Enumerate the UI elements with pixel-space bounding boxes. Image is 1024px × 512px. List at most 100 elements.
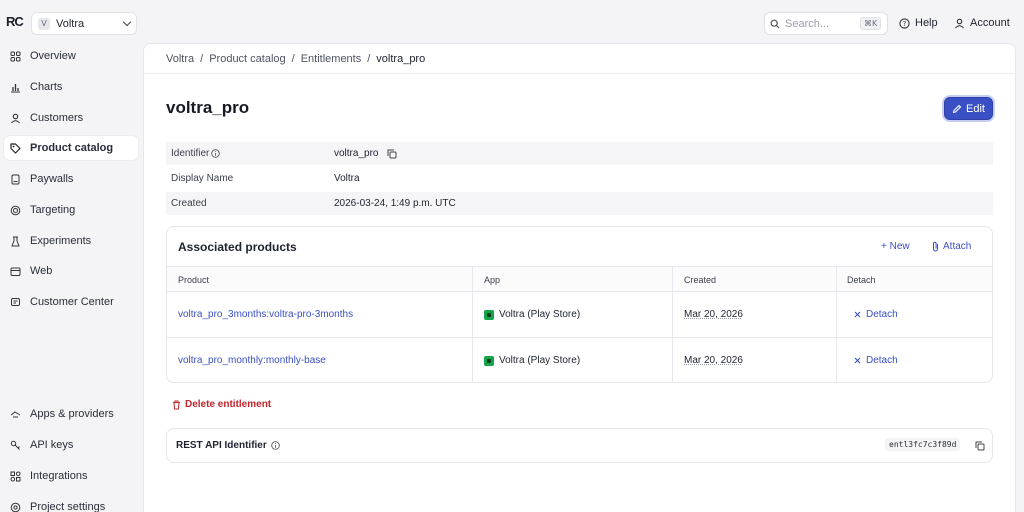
rest-api-card: REST API Identifier entl3fc7c3f89d (166, 428, 993, 463)
sidebar-item-charts[interactable]: Charts (4, 75, 138, 99)
column-divider (472, 266, 473, 382)
copy-icon[interactable] (975, 441, 985, 451)
identifier-label: Identifier (171, 148, 210, 159)
detach-button[interactable]: Detach (854, 355, 898, 366)
svg-text:?: ? (903, 20, 907, 28)
sidebar-item-overview[interactable]: Overview (4, 44, 138, 68)
sidebar-item-targeting[interactable]: Targeting (4, 198, 138, 222)
app-cell: Voltra (Play Store) (484, 355, 580, 366)
close-icon (854, 311, 861, 318)
grid-icon (9, 50, 21, 62)
table-header: Product App Created Detach (167, 266, 992, 292)
apps-icon (9, 408, 21, 420)
sidebar-item-product-catalog[interactable]: Product catalog (4, 136, 138, 160)
sidebar-item-label: Customer Center (30, 296, 114, 308)
column-divider (836, 266, 837, 382)
new-product-button[interactable]: + New (881, 241, 910, 252)
breadcrumb-item-product-catalog[interactable]: Product catalog (209, 53, 285, 65)
breadcrumb-separator: / (200, 53, 204, 65)
chart-icon (9, 81, 21, 93)
account-label: Account (970, 17, 1010, 29)
detail-row-created: Created 2026-03-24, 1:49 p.m. UTC (166, 192, 993, 215)
breadcrumb-separator: / (367, 53, 371, 65)
sidebar-item-customer-center[interactable]: Customer Center (4, 290, 138, 314)
sidebar-item-label: Integrations (30, 470, 88, 482)
sidebar-item-label: Targeting (30, 204, 76, 216)
column-divider (672, 266, 673, 382)
project-selector[interactable]: V Voltra (31, 12, 137, 35)
account-button[interactable]: Account (954, 17, 1010, 29)
divider (144, 73, 1017, 74)
sidebar-item-experiments[interactable]: Experiments (4, 229, 138, 253)
created-date: Mar 20, 2026 (684, 309, 743, 320)
support-icon (9, 296, 21, 308)
delete-entitlement-button[interactable]: Delete entitlement (172, 399, 271, 410)
created-label: Created (171, 198, 207, 209)
sidebar-item-label: API keys (30, 439, 74, 451)
product-link[interactable]: voltra_pro_monthly:monthly-base (178, 355, 326, 366)
settings-icon (9, 501, 21, 512)
sidebar-item-project-settings[interactable]: Project settings (4, 495, 138, 512)
display-name-label: Display Name (171, 173, 234, 184)
breadcrumb-item-project[interactable]: Voltra (166, 53, 194, 65)
display-name-value: Voltra (334, 173, 360, 184)
detach-label: Detach (866, 309, 898, 320)
sidebar-item-apps-providers[interactable]: Apps & providers (4, 402, 138, 426)
detail-row-display-name: Display Name Voltra (166, 167, 993, 190)
rest-api-label: REST API Identifier (176, 440, 280, 451)
tag-icon (9, 142, 21, 154)
breadcrumb-item-entitlements[interactable]: Entitlements (301, 53, 362, 65)
rest-api-label-text: REST API Identifier (176, 440, 267, 451)
sidebar-item-paywalls[interactable]: Paywalls (4, 167, 138, 191)
flask-icon (9, 235, 21, 247)
chevron-down-icon (122, 17, 132, 27)
sidebar-item-customers[interactable]: Customers (4, 106, 138, 130)
project-name: Voltra (56, 17, 85, 30)
user-icon (954, 18, 965, 29)
breadcrumb-separator: / (291, 53, 295, 65)
sidebar-item-label: Overview (30, 50, 76, 62)
associated-products-title: Associated products (178, 240, 297, 254)
rest-api-identifier: entl3fc7c3f89d (885, 438, 961, 451)
sidebar-item-integrations[interactable]: Integrations (4, 464, 138, 488)
sidebar-item-label: Web (30, 265, 53, 277)
info-icon[interactable] (271, 441, 280, 450)
product-link[interactable]: voltra_pro_3months:voltra-pro-3months (178, 309, 353, 320)
column-header-product: Product (178, 275, 210, 285)
key-icon (9, 439, 21, 451)
identifier-value: voltra_pro (334, 148, 379, 159)
paperclip-icon (931, 241, 940, 252)
user-icon (9, 112, 21, 124)
main-panel: Voltra / Product catalog / Entitlements … (143, 43, 1017, 512)
detail-key: Identifier (166, 148, 334, 159)
sidebar-item-label: Experiments (30, 235, 92, 247)
column-header-app: App (484, 275, 501, 285)
app-name: Voltra (Play Store) (499, 355, 581, 366)
sidebar: Overview Charts Customers Product catalo… (0, 44, 143, 512)
attach-button[interactable]: Attach (931, 241, 971, 252)
sidebar-item-web[interactable]: Web (4, 259, 138, 283)
associated-products-card: Associated products + New Attach Product… (166, 226, 993, 383)
detail-row-identifier: Identifier voltra_pro (166, 142, 993, 165)
detach-button[interactable]: Detach (854, 309, 898, 320)
column-header-created: Created (684, 275, 717, 285)
breadcrumb: Voltra / Product catalog / Entitlements … (166, 53, 425, 65)
close-icon (854, 357, 861, 364)
help-label: Help (915, 17, 938, 29)
attach-label: Attach (943, 241, 972, 252)
copy-icon[interactable] (387, 149, 397, 159)
sidebar-item-label: Customers (30, 112, 84, 124)
breadcrumb-item-current: voltra_pro (376, 53, 426, 65)
sidebar-item-api-keys[interactable]: API keys (4, 433, 138, 457)
column-header-detach: Detach (847, 275, 876, 285)
info-icon[interactable] (211, 149, 221, 158)
app-logo[interactable]: RC (6, 14, 24, 30)
search-input[interactable] (785, 17, 855, 30)
sidebar-item-label: Charts (30, 81, 63, 93)
project-avatar: V (38, 17, 50, 30)
search-box[interactable]: ⌘K (764, 12, 888, 35)
help-button[interactable]: ? Help (899, 17, 938, 29)
edit-button[interactable]: Edit (944, 97, 993, 120)
table-row: voltra_pro_monthly:monthly-base Voltra (… (167, 338, 992, 382)
detach-label: Detach (866, 355, 898, 366)
